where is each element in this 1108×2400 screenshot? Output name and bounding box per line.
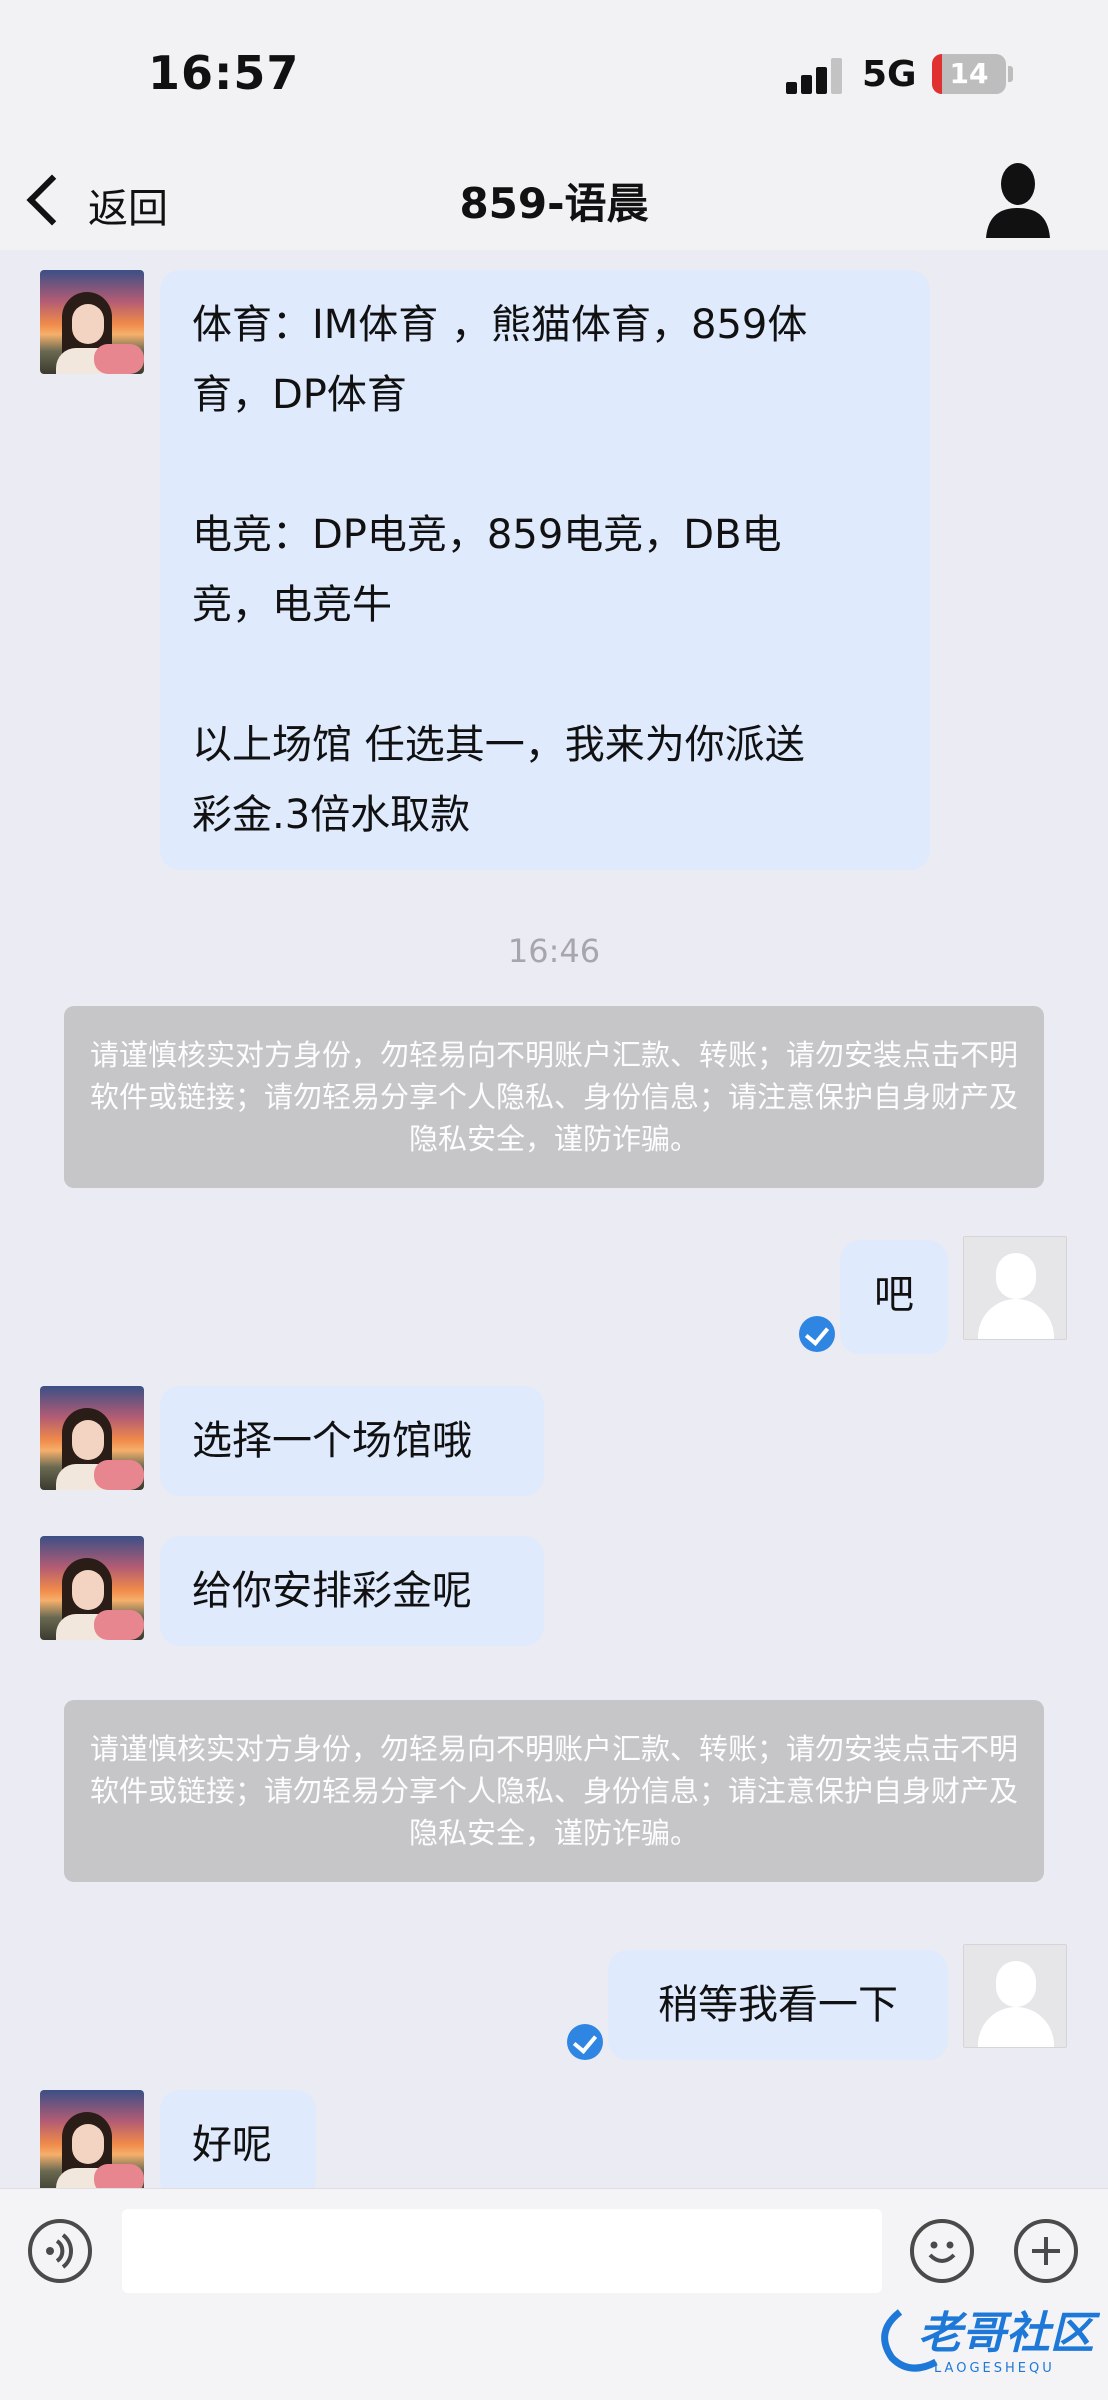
plus-icon[interactable] (1014, 2219, 1078, 2283)
safety-notice: 请谨慎核实对方身份，勿轻易向不明账户汇款、转账；请勿安装点击不明软件或链接；请勿… (64, 1006, 1044, 1188)
nav-bar: 返回 859-语晨 (0, 150, 1108, 250)
person-icon[interactable] (984, 160, 1052, 240)
svg-text:老哥社区: 老哥社区 (918, 2308, 1100, 2359)
battery-icon: 14 (932, 54, 1006, 94)
battery-tip (1008, 66, 1013, 82)
chevron-left-icon (26, 174, 78, 226)
message-text: 电竞：DP电竞，859电竞，DB电 (192, 512, 782, 558)
svg-text:LAOGESHEQU: LAOGESHEQU (934, 2361, 1055, 2376)
message-bubble-sent[interactable]: 稍等我看一下 (608, 1950, 948, 2060)
read-check-icon (799, 1316, 835, 1352)
message-text: 彩金.3倍水取款 (192, 792, 471, 838)
avatar[interactable] (963, 1236, 1067, 1340)
message-timestamp: 16:46 (507, 932, 601, 970)
avatar[interactable] (40, 1536, 144, 1640)
chat-list[interactable]: 体育：IM体育 ，熊猫体育，859体 育，DP体育 电竞：DP电竞，859电竞，… (0, 250, 1108, 2188)
message-bubble-received[interactable]: 体育：IM体育 ，熊猫体育，859体 育，DP体育 电竞：DP电竞，859电竞，… (160, 270, 930, 870)
message-text: 育，DP体育 (192, 372, 407, 418)
page-title: 859-语晨 (459, 179, 649, 228)
status-time: 16:57 (148, 46, 300, 100)
message-text: 吧 (874, 1272, 914, 1318)
message-text: 竞，电竞牛 (192, 582, 392, 628)
message-text: 给你安排彩金呢 (192, 1568, 472, 1614)
message-text: 稍等我看一下 (658, 1982, 898, 2028)
signal-icon (786, 58, 846, 94)
message-text: 好呢 (192, 2122, 272, 2168)
message-text: 选择一个场馆哦 (192, 1418, 472, 1464)
emoji-icon[interactable] (910, 2219, 974, 2283)
message-bubble-received[interactable]: 给你安排彩金呢 (160, 1536, 544, 1646)
back-button[interactable]: 返回 (24, 164, 194, 236)
avatar[interactable] (40, 2090, 144, 2188)
read-check-icon (567, 2024, 603, 2060)
status-bar: 16:57 5G 14 (0, 0, 1108, 150)
back-label: 返回 (88, 186, 168, 232)
message-bubble-received[interactable]: 选择一个场馆哦 (160, 1386, 544, 1496)
message-bubble-received[interactable]: 好呢 (160, 2090, 316, 2188)
avatar[interactable] (40, 1386, 144, 1490)
battery-level: 14 (949, 57, 989, 90)
avatar[interactable] (40, 270, 144, 374)
watermark-logo: 老哥社区 LAOGESHEQU (870, 2292, 1101, 2382)
message-input[interactable] (122, 2209, 882, 2293)
safety-notice: 请谨慎核实对方身份，勿轻易向不明账户汇款、转账；请勿安装点击不明软件或链接；请勿… (64, 1700, 1044, 1882)
message-text: 以上场馆 任选其一，我来为你派送 (192, 722, 805, 768)
message-bubble-sent[interactable]: 吧 (840, 1240, 948, 1354)
voice-icon[interactable] (28, 2219, 92, 2283)
message-text: 体育：IM体育 ，熊猫体育，859体 (192, 302, 808, 348)
network-label: 5G (862, 54, 917, 95)
avatar[interactable] (963, 1944, 1067, 2048)
